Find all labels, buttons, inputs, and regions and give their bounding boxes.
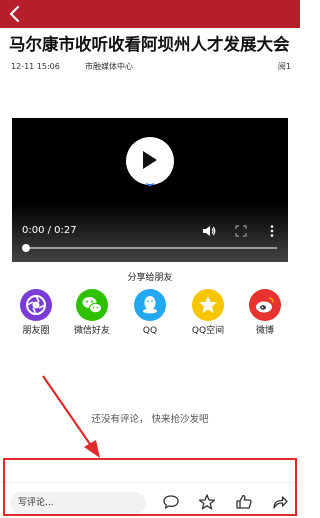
share-wechat-label: 微信好友 [73, 326, 110, 336]
like-icon[interactable] [235, 493, 253, 511]
bottom-bar: 写评论... [0, 482, 300, 518]
share-qq-button[interactable]: QQ [123, 288, 177, 340]
share-icon[interactable] [271, 493, 289, 511]
weibo-icon [249, 289, 281, 321]
share-weibo-button[interactable]: 微博 [238, 288, 292, 340]
share-moments-button[interactable]: 朋友圈 [9, 288, 63, 340]
comment-icon[interactable] [162, 493, 180, 511]
article-meta: 12-11 15:06 市融媒体中心 阅1 [11, 61, 291, 73]
no-comments-text: 还没有评论， 快来抢沙发吧 [91, 414, 209, 425]
share-wechat-button[interactable]: 微信好友 [65, 288, 119, 340]
article-source: 市融媒体中心 [85, 62, 133, 71]
star-icon[interactable] [198, 493, 216, 511]
play-button[interactable] [126, 137, 174, 185]
wechat-icon [76, 289, 108, 321]
qzone-icon [192, 289, 224, 321]
share-qq-label: QQ [142, 326, 158, 336]
video-progress-bar[interactable] [22, 244, 277, 252]
back-arrow-icon[interactable] [4, 3, 26, 25]
qq-icon [134, 289, 166, 321]
read-count: 阅1 [277, 62, 291, 71]
play-icon [143, 151, 157, 169]
top-bar [0, 0, 300, 28]
video-time: 0:00 / 0:27 [22, 225, 77, 236]
share-weibo-label: 微博 [255, 326, 274, 336]
moments-icon [20, 289, 52, 321]
fullscreen-icon[interactable] [234, 224, 248, 238]
comment-input[interactable]: 写评论... [10, 492, 146, 514]
article-date: 12-11 15:06 [11, 62, 60, 71]
share-moments-label: 朋友圈 [22, 326, 50, 336]
share-qzone-label: QQ空间 [191, 326, 225, 336]
share-qzone-button[interactable]: QQ空间 [181, 288, 235, 340]
article-title: 马尔康市收听收看阿坝州人才发展大会 [9, 35, 290, 54]
more-vertical-icon[interactable] [268, 224, 276, 238]
video-progress-knob[interactable] [22, 244, 30, 252]
share-title: 分享给朋友 [127, 273, 173, 283]
volume-icon[interactable] [202, 224, 216, 238]
